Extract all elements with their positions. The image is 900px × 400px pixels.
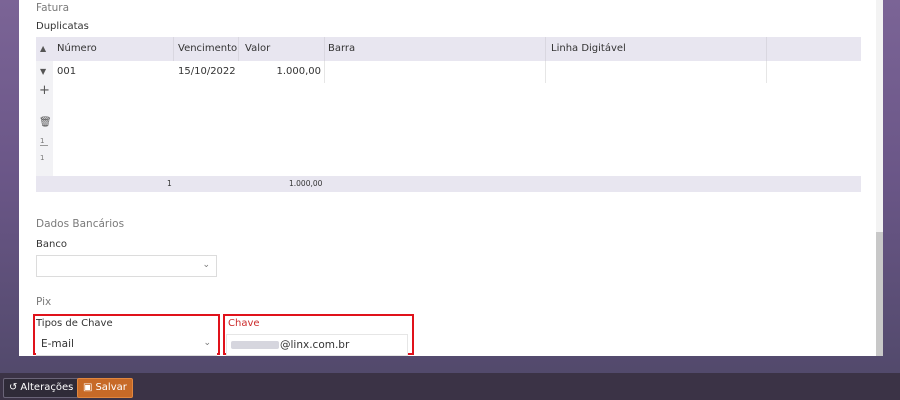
salvar-button[interactable]: ▣ Salvar <box>77 378 133 398</box>
col-linha-header[interactable]: Linha Digitável <box>551 37 767 61</box>
col-barra-label: Barra <box>328 43 356 54</box>
col-vencimento-label: Vencimento <box>178 43 238 54</box>
salvar-label: Salvar <box>95 382 127 393</box>
alteracoes-label: Alterações <box>20 382 74 393</box>
tipo-chave-value: E-mail <box>41 338 74 350</box>
table-cell-linha[interactable] <box>551 61 767 83</box>
banco-select[interactable]: ⌄ <box>36 255 217 277</box>
table-cell-numero[interactable]: 001 <box>57 61 174 83</box>
table-cell-barra[interactable] <box>328 61 546 83</box>
banco-label: Banco <box>36 239 67 250</box>
trash-icon[interactable]: 🗑 <box>39 117 52 128</box>
col-valor-label: Valor <box>245 43 271 54</box>
tipo-chave-label: Tipos de Chave <box>36 318 113 329</box>
page-total-indicator: 1 <box>40 154 45 162</box>
duplicatas-label: Duplicatas <box>36 21 89 32</box>
table-cell-valor[interactable]: 1.000,00 <box>245 61 325 83</box>
dados-bancarios-title: Dados Bancários <box>36 218 125 230</box>
col-numero-header[interactable]: Número <box>57 37 174 61</box>
col-valor-header[interactable]: Valor <box>245 37 325 61</box>
pix-section-title: Pix <box>36 296 52 308</box>
page-current-indicator: 1 <box>40 137 48 146</box>
footer-count: 1 <box>167 179 172 188</box>
chave-label: Chave <box>228 318 260 329</box>
row-expand-icon[interactable]: ▼ <box>40 61 54 83</box>
chevron-down-icon: ⌄ <box>202 260 210 270</box>
alteracoes-button[interactable]: ↺ Alterações <box>3 378 80 398</box>
col-vencimento-header[interactable]: Vencimento <box>178 37 239 61</box>
fatura-section-title: Fatura <box>36 2 70 14</box>
redacted-text <box>231 341 279 349</box>
sort-up-icon[interactable]: ▲ <box>40 37 54 61</box>
scrollbar-thumb[interactable] <box>876 232 883 356</box>
bottom-toolbar <box>0 373 900 400</box>
tipo-chave-select[interactable]: E-mail ⌄ <box>36 334 217 356</box>
history-icon: ↺ <box>9 382 18 393</box>
duplicatas-grid: ▲ Número Vencimento Valor Barra Linha Di… <box>36 37 861 194</box>
chave-input[interactable]: @linx.com.br <box>226 334 408 356</box>
chevron-down-icon: ⌄ <box>203 338 211 348</box>
col-linha-label: Linha Digitável <box>551 43 626 54</box>
chave-input-value: @linx.com.br <box>280 339 350 351</box>
table-cell-vencimento[interactable]: 15/10/2022 <box>178 61 239 83</box>
col-numero-label: Número <box>57 43 97 54</box>
save-icon: ▣ <box>83 382 93 393</box>
add-row-icon[interactable]: + <box>39 83 50 98</box>
footer-total: 1.000,00 <box>289 179 323 188</box>
col-barra-header[interactable]: Barra <box>328 37 546 61</box>
grid-footer: 1 1.000,00 <box>36 176 861 192</box>
